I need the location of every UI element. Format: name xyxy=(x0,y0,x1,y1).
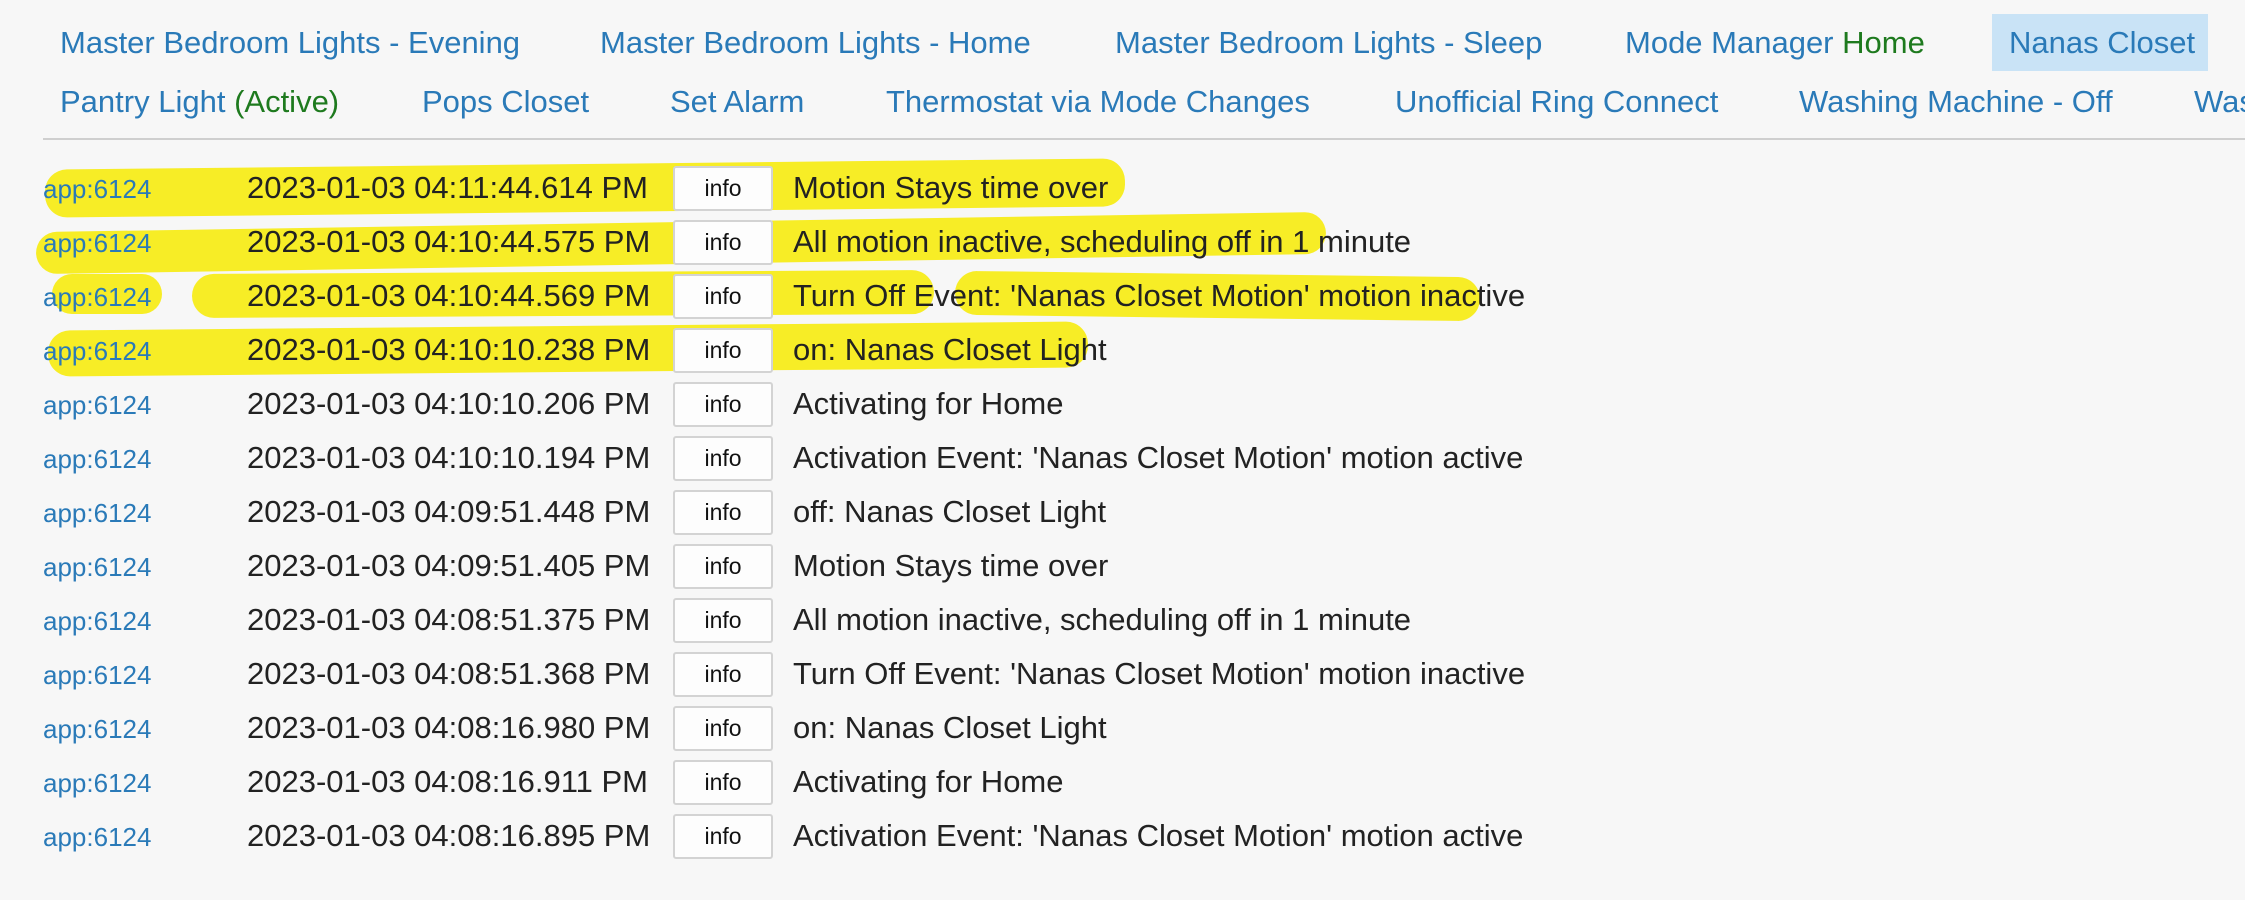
log-message: Turn Off Event: 'Nanas Closet Motion' mo… xyxy=(793,278,1526,313)
log-row: app:6124 2023-01-03 04:08:16.980 PM info… xyxy=(0,704,2245,758)
log-message: Activating for Home xyxy=(793,764,1064,799)
log-row: app:6124 2023-01-03 04:10:10.206 PM info… xyxy=(0,380,2245,434)
tab-master-bedroom-sleep[interactable]: Master Bedroom Lights - Sleep xyxy=(1098,14,1559,71)
app-link[interactable]: app:6124 xyxy=(43,660,151,691)
log-timestamp: 2023-01-03 04:10:10.238 PM xyxy=(247,332,651,367)
log-message: Activating for Home xyxy=(793,386,1064,421)
tab-label: Was xyxy=(2194,84,2245,119)
log-level-badge[interactable]: info xyxy=(673,220,773,265)
app-link[interactable]: app:6124 xyxy=(43,714,151,745)
log-message: Activation Event: 'Nanas Closet Motion' … xyxy=(793,440,1524,475)
log-level-badge[interactable]: info xyxy=(673,814,773,859)
log-row: app:6124 2023-01-03 04:10:10.238 PM info… xyxy=(0,321,2245,380)
tab-label: Pantry Light xyxy=(60,84,226,119)
app-link[interactable]: app:6124 xyxy=(43,768,151,799)
tab-pops-closet[interactable]: Pops Closet xyxy=(405,73,606,130)
log-message: Activation Event: 'Nanas Closet Motion' … xyxy=(793,818,1524,853)
tab-unofficial-ring-connect[interactable]: Unofficial Ring Connect xyxy=(1378,73,1735,130)
tab-washing-machine-partial[interactable]: Was xyxy=(2177,73,2245,130)
log-row: app:6124 2023-01-03 04:10:10.194 PM info… xyxy=(0,434,2245,488)
log-row: app:6124 2023-01-03 04:10:44.575 PM info… xyxy=(0,211,2245,275)
tab-label: Master Bedroom Lights - Evening xyxy=(60,25,521,60)
log-message: All motion inactive, scheduling off in 1… xyxy=(793,602,1412,637)
tab-label: Mode Manager xyxy=(1625,25,1834,60)
log-timestamp: 2023-01-03 04:10:10.206 PM xyxy=(247,386,651,421)
app-link[interactable]: app:6124 xyxy=(43,174,151,205)
log-timestamp: 2023-01-03 04:08:16.911 PM xyxy=(247,764,649,799)
log-level-badge[interactable]: info xyxy=(673,706,773,751)
tab-divider xyxy=(43,138,2245,140)
log-timestamp: 2023-01-03 04:10:44.575 PM xyxy=(247,224,651,259)
tab-label: Washing Machine - Off xyxy=(1799,84,2113,119)
tab-label: Master Bedroom Lights - Home xyxy=(600,25,1031,60)
tab-label: Nanas Closet xyxy=(2009,25,2196,60)
log-row: app:6124 2023-01-03 04:08:16.895 PM info… xyxy=(0,812,2245,866)
log-message: Motion Stays time over xyxy=(793,548,1109,583)
app-link[interactable]: app:6124 xyxy=(43,390,151,421)
log-level-badge[interactable]: info xyxy=(673,382,773,427)
app-tab-bar: Master Bedroom Lights - Evening Master B… xyxy=(0,0,2245,140)
log-row: app:6124 2023-01-03 04:09:51.405 PM info… xyxy=(0,542,2245,596)
tab-mode-manager[interactable]: Mode Manager Home xyxy=(1608,14,1942,71)
tab-status-active: (Active) xyxy=(234,84,340,119)
tab-status-mode: Home xyxy=(1842,25,1925,60)
app-link[interactable]: app:6124 xyxy=(43,444,151,475)
tab-pantry-light[interactable]: Pantry Light (Active) xyxy=(43,73,356,130)
log-message: off: Nanas Closet Light xyxy=(793,494,1107,529)
log-message: All motion inactive, scheduling off in 1… xyxy=(793,224,1412,259)
log-level-badge[interactable]: info xyxy=(673,436,773,481)
log-timestamp: 2023-01-03 04:09:51.405 PM xyxy=(247,548,651,583)
log-timestamp: 2023-01-03 04:08:51.375 PM xyxy=(247,602,651,637)
tab-label: Pops Closet xyxy=(422,84,590,119)
app-link[interactable]: app:6124 xyxy=(43,228,151,259)
tab-label: Thermostat via Mode Changes xyxy=(886,84,1310,119)
tab-thermostat-mode-changes[interactable]: Thermostat via Mode Changes xyxy=(869,73,1327,130)
tab-set-alarm[interactable]: Set Alarm xyxy=(653,73,821,130)
app-link[interactable]: app:6124 xyxy=(43,498,151,529)
tab-nanas-closet[interactable]: Nanas Closet xyxy=(1992,14,2208,71)
tab-label: Master Bedroom Lights - Sleep xyxy=(1115,25,1543,60)
log-timestamp: 2023-01-03 04:09:51.448 PM xyxy=(247,494,651,529)
log-timestamp: 2023-01-03 04:10:10.194 PM xyxy=(247,440,651,475)
log-timestamp: 2023-01-03 04:08:16.980 PM xyxy=(247,710,651,745)
app-link[interactable]: app:6124 xyxy=(43,606,151,637)
log-timestamp: 2023-01-03 04:11:44.614 PM xyxy=(247,170,649,205)
log-level-badge[interactable]: info xyxy=(673,544,773,589)
log-level-badge[interactable]: info xyxy=(673,166,773,211)
tab-master-bedroom-home[interactable]: Master Bedroom Lights - Home xyxy=(583,14,1048,71)
log-level-badge[interactable]: info xyxy=(673,598,773,643)
log-level-badge[interactable]: info xyxy=(673,328,773,373)
app-link[interactable]: app:6124 xyxy=(43,822,151,853)
app-link[interactable]: app:6124 xyxy=(43,282,151,313)
log-level-badge[interactable]: info xyxy=(673,274,773,319)
log-row: app:6124 2023-01-03 04:08:16.911 PM info… xyxy=(0,758,2245,812)
log-message: on: Nanas Closet Light xyxy=(793,710,1107,745)
app-link[interactable]: app:6124 xyxy=(43,552,151,583)
log-message: Turn Off Event: 'Nanas Closet Motion' mo… xyxy=(793,656,1526,691)
app-link[interactable]: app:6124 xyxy=(43,336,151,367)
log-row: app:6124 2023-01-03 04:08:51.375 PM info… xyxy=(0,596,2245,650)
log-level-badge[interactable]: info xyxy=(673,760,773,805)
log-row: app:6124 2023-01-03 04:10:44.569 PM info… xyxy=(0,270,2245,326)
log-message: on: Nanas Closet Light xyxy=(793,332,1107,367)
tab-washing-machine-off[interactable]: Washing Machine - Off xyxy=(1782,73,2130,130)
log-timestamp: 2023-01-03 04:08:16.895 PM xyxy=(247,818,651,853)
log-timestamp: 2023-01-03 04:10:44.569 PM xyxy=(247,278,651,313)
tab-master-bedroom-evening[interactable]: Master Bedroom Lights - Evening xyxy=(43,14,537,71)
tab-label: Unofficial Ring Connect xyxy=(1395,84,1719,119)
log-row: app:6124 2023-01-03 04:09:51.448 PM info… xyxy=(0,488,2245,542)
log-level-badge[interactable]: info xyxy=(673,652,773,697)
log-level-badge[interactable]: info xyxy=(673,490,773,535)
log-row: app:6124 2023-01-03 04:11:44.614 PM info… xyxy=(0,158,2245,218)
log-message: Motion Stays time over xyxy=(793,170,1109,205)
log-timestamp: 2023-01-03 04:08:51.368 PM xyxy=(247,656,651,691)
log-row: app:6124 2023-01-03 04:08:51.368 PM info… xyxy=(0,650,2245,704)
tab-label: Set Alarm xyxy=(670,84,805,119)
